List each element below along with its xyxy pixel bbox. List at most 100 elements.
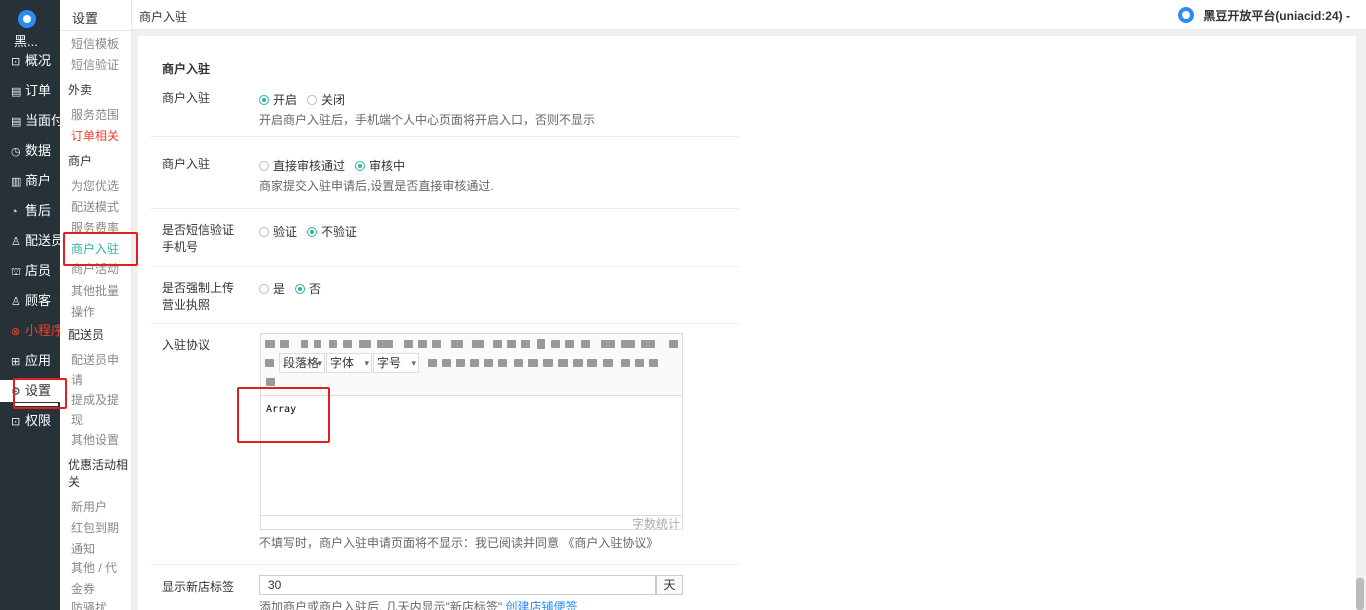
miniapp-icon: ⊗ bbox=[11, 326, 21, 338]
source-icon[interactable] bbox=[265, 340, 275, 348]
delete-row-icon[interactable] bbox=[470, 359, 479, 367]
radio-license-yes[interactable]: 是 bbox=[259, 282, 285, 296]
submenu-group: 优惠活动相关 bbox=[68, 458, 129, 489]
preview-icon[interactable] bbox=[280, 340, 289, 348]
paragraph-select[interactable]: 段落格 bbox=[279, 353, 325, 373]
quote-icon[interactable] bbox=[493, 340, 502, 348]
grid-icon[interactable] bbox=[603, 359, 613, 367]
nav-item-courier[interactable]: ♙ 配送员 bbox=[0, 230, 64, 252]
nav-item-overview[interactable]: ⊡ 概况 bbox=[0, 50, 60, 72]
staff-icon: ⛫ bbox=[11, 266, 22, 278]
del-table-icon[interactable] bbox=[587, 359, 597, 367]
unordered-list-icon[interactable] bbox=[472, 340, 484, 348]
eraser-icon[interactable] bbox=[581, 340, 590, 348]
table-prop-icon[interactable] bbox=[543, 359, 553, 367]
insert-row-icon[interactable] bbox=[442, 359, 451, 367]
radio-enable-off[interactable]: 关闭 bbox=[307, 93, 345, 107]
submenu-item[interactable]: 服务费率 bbox=[71, 218, 131, 232]
link-icon[interactable] bbox=[565, 340, 574, 348]
nav-item-miniapp[interactable]: ⊗ 小程序 bbox=[0, 320, 64, 342]
font-size-select[interactable]: 字号 bbox=[373, 353, 419, 373]
nav-item-orders[interactable]: ▤ 订单 bbox=[0, 80, 60, 102]
submenu-item[interactable]: 请 bbox=[71, 370, 131, 391]
bold-icon[interactable] bbox=[301, 340, 308, 348]
file-icon[interactable] bbox=[537, 339, 545, 349]
ordered-list-icon[interactable] bbox=[451, 340, 463, 348]
italic-icon[interactable] bbox=[314, 340, 321, 348]
col-prop-icon[interactable] bbox=[573, 359, 583, 367]
submenu-item[interactable]: 金券 bbox=[71, 579, 131, 600]
radio-license-no[interactable]: 否 bbox=[295, 282, 321, 296]
nav-item-customer[interactable]: ♙ 顾客 bbox=[0, 290, 60, 312]
format-icon[interactable] bbox=[265, 359, 274, 367]
submenu-item[interactable]: 操作 bbox=[71, 302, 131, 323]
print-icon[interactable] bbox=[649, 359, 658, 367]
anchor-icon[interactable] bbox=[621, 359, 630, 367]
insert-col-icon[interactable] bbox=[456, 359, 465, 367]
merge-icon[interactable] bbox=[498, 359, 507, 367]
font-family-select[interactable]: 字体 bbox=[326, 353, 372, 373]
radio-unchecked-icon bbox=[259, 227, 269, 237]
align-center-icon[interactable] bbox=[418, 340, 427, 348]
submenu-item[interactable]: 服务范围 bbox=[71, 105, 131, 126]
align-left-icon[interactable] bbox=[404, 340, 413, 348]
highlight-box-settings bbox=[13, 378, 67, 409]
highlight-icon[interactable] bbox=[377, 340, 393, 348]
submenu-item[interactable]: 防骚扰 bbox=[71, 601, 131, 610]
submenu-item[interactable]: 其他 / 代 bbox=[71, 558, 131, 579]
nav-item-aftersale[interactable]: ◔ 售后 bbox=[0, 200, 60, 222]
paragraph-icon[interactable] bbox=[601, 340, 615, 348]
image-float-icon[interactable] bbox=[635, 359, 644, 367]
nav-item-merchant[interactable]: ▥ 商户 bbox=[0, 170, 60, 192]
indent-icon[interactable] bbox=[621, 340, 635, 348]
account-switcher[interactable]: 黑豆开放平台(uniacid:24) - bbox=[1203, 7, 1350, 24]
page-scrollbar[interactable] bbox=[1356, 578, 1364, 610]
field-help: 不填写时，商户入驻申请页面将不显示：我已阅读并同意 《商户入驻协议》 bbox=[259, 536, 659, 550]
submenu-item[interactable]: 订单相关 bbox=[71, 126, 131, 147]
table-icon[interactable] bbox=[428, 359, 437, 367]
field-help: 开启商户入驻后，手机端个人中心页面将开启入口，否则不显示 bbox=[259, 113, 596, 127]
submenu-item[interactable]: 通知 bbox=[71, 539, 131, 560]
radio-review-pending[interactable]: 审核中 bbox=[355, 159, 405, 173]
apps-icon: ⊞ bbox=[11, 356, 21, 368]
highlight-box-editor bbox=[237, 387, 330, 443]
radio-sms-noverify[interactable]: 不验证 bbox=[307, 225, 357, 239]
emoji-icon[interactable] bbox=[507, 340, 516, 348]
draft-icon[interactable] bbox=[266, 378, 275, 386]
align-right-icon[interactable] bbox=[432, 340, 441, 348]
submenu-item[interactable]: 新用户 bbox=[71, 497, 131, 518]
row-prop-icon[interactable] bbox=[558, 359, 568, 367]
nav-item-facepay[interactable]: ▤ 当面付 bbox=[0, 110, 64, 136]
submenu-item[interactable]: 其他批量 bbox=[71, 281, 131, 302]
image-icon[interactable] bbox=[521, 340, 530, 348]
font-color-icon[interactable] bbox=[359, 340, 371, 348]
line-height-icon[interactable] bbox=[641, 340, 655, 348]
submenu-item[interactable]: 其他设置 bbox=[71, 430, 131, 451]
submenu-item[interactable]: 短信模板 bbox=[71, 34, 131, 55]
radio-sms-verify[interactable]: 验证 bbox=[259, 225, 297, 239]
submenu-item[interactable]: 红包到期 bbox=[71, 518, 131, 539]
split-icon[interactable] bbox=[484, 359, 493, 367]
underline-icon[interactable] bbox=[329, 340, 337, 348]
nav-item-permission[interactable]: ⊡ 权限 bbox=[0, 410, 60, 432]
submenu-item[interactable]: 配送员申 bbox=[71, 350, 131, 371]
new-store-days-input[interactable]: 30 bbox=[259, 575, 656, 595]
submenu-item[interactable]: 提成及提 bbox=[71, 390, 131, 411]
submenu-item[interactable]: 现 bbox=[71, 410, 131, 431]
cell-prop-icon[interactable] bbox=[528, 359, 538, 367]
radio-enable-on[interactable]: 开启 bbox=[259, 93, 297, 107]
nav-item-staff[interactable]: ⛫ 店员 bbox=[0, 260, 60, 282]
fullscreen-icon[interactable] bbox=[669, 340, 678, 348]
cell-icon[interactable] bbox=[514, 359, 523, 367]
radio-review-direct[interactable]: 直接审核通过 bbox=[259, 159, 345, 173]
nav-item-data[interactable]: ◷ 数据 bbox=[0, 140, 60, 162]
submenu-item[interactable]: 短信验证 bbox=[71, 55, 131, 76]
music-icon[interactable] bbox=[551, 340, 560, 348]
create-store-tag-link[interactable]: 创建店铺便签 bbox=[506, 600, 578, 610]
nav-item-apps[interactable]: ⊞ 应用 bbox=[0, 350, 60, 372]
app-logo-icon[interactable] bbox=[18, 10, 36, 28]
submenu-item[interactable]: 配送模式 bbox=[71, 197, 131, 218]
settings-submenu: 设置 短信模板 短信验证 外卖 服务范围 订单相关 商户 为您优选 配送模式 服… bbox=[60, 0, 132, 610]
strike-icon[interactable] bbox=[343, 340, 352, 348]
submenu-item[interactable]: 为您优选 bbox=[71, 176, 131, 197]
